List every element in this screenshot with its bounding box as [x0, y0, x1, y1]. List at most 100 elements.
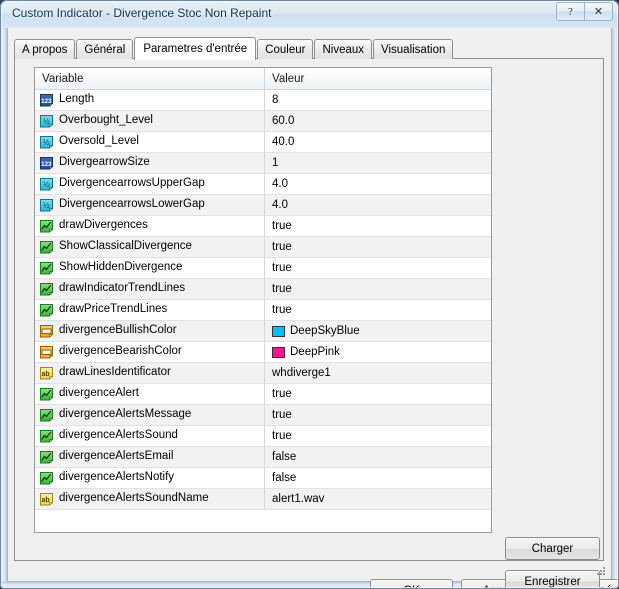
cell-value[interactable]: DeepPink — [264, 341, 491, 363]
double-type-icon: ½ — [39, 114, 54, 128]
cell-variable[interactable]: ab drawLinesIdentificator — [35, 362, 265, 384]
cell-value[interactable]: 60.0 — [264, 110, 491, 132]
table-row[interactable]: divergenceAlert true — [35, 383, 491, 405]
cell-value[interactable]: true — [264, 404, 491, 426]
resize-grip-icon[interactable] — [595, 565, 607, 577]
cell-variable[interactable]: ½ DivergencearrowsUpperGap — [35, 173, 265, 195]
column-header-variable[interactable]: Variable — [35, 68, 265, 90]
load-button[interactable]: Charger — [505, 537, 600, 560]
table-row[interactable]: divergenceAlertsSound true — [35, 425, 491, 447]
string-type-icon: ab — [39, 366, 54, 380]
cell-value[interactable]: true — [264, 257, 491, 279]
tab-label: Niveaux — [322, 43, 365, 56]
cell-value[interactable]: 40.0 — [264, 131, 491, 153]
tab-visualisation[interactable]: Visualisation — [373, 39, 454, 59]
table-row[interactable]: drawPriceTrendLines true — [35, 299, 491, 321]
cell-value[interactable]: true — [264, 425, 491, 447]
tab-parametres-d-entr-e[interactable]: Parametres d'entrée — [134, 37, 257, 60]
cell-value[interactable]: false — [264, 467, 491, 489]
cell-variable[interactable]: drawIndicatorTrendLines — [35, 278, 265, 300]
column-header-valeur[interactable]: Valeur — [264, 68, 491, 90]
variable-value: DeepSkyBlue — [290, 325, 360, 337]
table-row[interactable]: ½ Oversold_Level 40.0 — [35, 131, 491, 153]
table-row[interactable]: ab drawLinesIdentificator whdiverge1 — [35, 362, 491, 384]
cell-variable[interactable]: divergenceAlertsMessage — [35, 404, 265, 426]
cell-value[interactable]: 1 — [264, 152, 491, 174]
table-row[interactable]: divergenceAlertsNotify false — [35, 467, 491, 489]
cell-value[interactable]: 4.0 — [264, 173, 491, 195]
cell-value[interactable]: DeepSkyBlue — [264, 320, 491, 342]
cell-variable[interactable]: ShowClassicalDivergence — [35, 236, 265, 258]
cell-value[interactable]: true — [264, 383, 491, 405]
tab-couleur[interactable]: Couleur — [257, 39, 314, 59]
double-type-icon: ½ — [39, 177, 54, 191]
table-row[interactable]: ½ DivergencearrowsUpperGap 4.0 — [35, 173, 491, 195]
variable-name: DivergearrowSize — [59, 156, 150, 169]
cell-variable[interactable]: ½ DivergencearrowsLowerGap — [35, 194, 265, 216]
parameters-grid[interactable]: Variable Valeur 123 Length 8 ½ Overbought_Le… — [34, 67, 492, 533]
tab-g-n-ral[interactable]: Général — [76, 39, 134, 59]
cell-variable[interactable]: ½ Overbought_Level — [35, 110, 265, 132]
variable-value: true — [272, 409, 292, 421]
table-row[interactable]: 123 DivergearrowSize 1 — [35, 152, 491, 174]
cell-value[interactable]: 4.0 — [264, 194, 491, 216]
cell-variable[interactable]: ½ Oversold_Level — [35, 131, 265, 153]
close-x-icon: ✕ — [593, 6, 604, 18]
tab-niveaux[interactable]: Niveaux — [314, 39, 373, 59]
variable-value: true — [272, 220, 292, 232]
ok-button[interactable]: OK — [370, 579, 453, 589]
cell-variable[interactable]: drawPriceTrendLines — [35, 299, 265, 321]
cell-variable[interactable]: divergenceAlertsSound — [35, 425, 265, 447]
cell-variable[interactable]: divergenceAlert — [35, 383, 265, 405]
cell-value[interactable]: 8 — [264, 89, 491, 111]
variable-value: DeepPink — [290, 346, 340, 358]
table-row[interactable]: 123 Length 8 — [35, 89, 491, 111]
cell-value[interactable]: true — [264, 299, 491, 321]
cell-variable[interactable]: 123 DivergearrowSize — [35, 152, 265, 174]
tab-label: Couleur — [265, 43, 306, 56]
close-button[interactable]: ✕ — [584, 2, 613, 21]
variable-value: 8 — [272, 94, 279, 106]
variable-value: whdiverge1 — [272, 367, 331, 379]
parameters-table: Variable Valeur 123 Length 8 ½ Overbought_Le… — [35, 68, 491, 510]
cell-variable[interactable]: divergenceBearishColor — [35, 341, 265, 363]
cell-variable[interactable]: divergenceBullishColor — [35, 320, 265, 342]
cell-value[interactable]: true — [264, 236, 491, 258]
cell-value[interactable]: false — [264, 446, 491, 468]
cell-variable[interactable]: divergenceAlertsEmail — [35, 446, 265, 468]
table-row[interactable]: drawIndicatorTrendLines true — [35, 278, 491, 300]
table-row[interactable]: divergenceAlertsEmail false — [35, 446, 491, 468]
cell-value[interactable]: true — [264, 215, 491, 237]
table-row[interactable]: divergenceBullishColor DeepSkyBlue — [35, 320, 491, 342]
cell-variable[interactable]: ShowHiddenDivergence — [35, 257, 265, 279]
table-row[interactable]: divergenceAlertsMessage true — [35, 404, 491, 426]
color-type-icon — [39, 345, 54, 359]
save-button[interactable]: Enregistrer — [505, 570, 600, 589]
table-row[interactable]: ½ DivergencearrowsLowerGap 4.0 — [35, 194, 491, 216]
table-row[interactable]: ShowClassicalDivergence true — [35, 236, 491, 258]
table-row[interactable]: drawDivergences true — [35, 215, 491, 237]
table-row[interactable]: divergenceBearishColor DeepPink — [35, 341, 491, 363]
table-row[interactable]: ½ Overbought_Level 60.0 — [35, 110, 491, 132]
tab-label: Parametres d'entrée — [143, 43, 248, 55]
dialog-window: Custom Indicator - Divergence Stoc Non R… — [0, 0, 619, 589]
variable-value: 4.0 — [272, 178, 288, 190]
bool-type-icon — [39, 387, 54, 401]
cell-value[interactable]: true — [264, 278, 491, 300]
table-row[interactable]: ShowHiddenDivergence true — [35, 257, 491, 279]
cell-value[interactable]: whdiverge1 — [264, 362, 491, 384]
svg-text:123: 123 — [41, 161, 52, 168]
help-button[interactable]: ? — [556, 2, 585, 21]
variable-name: drawDivergences — [59, 219, 148, 232]
tab-a-propos[interactable]: A propos — [14, 39, 76, 59]
bool-type-icon — [39, 450, 54, 464]
cell-variable[interactable]: ab divergenceAlertsSoundName — [35, 488, 265, 510]
svg-text:123: 123 — [41, 98, 52, 105]
cell-variable[interactable]: 123 Length — [35, 89, 265, 111]
cell-variable[interactable]: drawDivergences — [35, 215, 265, 237]
dialog-client-area: Variable Valeur 123 Length 8 ½ Overbought_Le… — [7, 27, 619, 589]
table-row[interactable]: ab divergenceAlertsSoundName alert1.wav — [35, 488, 491, 510]
cell-value[interactable]: alert1.wav — [264, 488, 491, 510]
cell-variable[interactable]: divergenceAlertsNotify — [35, 467, 265, 489]
double-type-icon: ½ — [39, 198, 54, 212]
